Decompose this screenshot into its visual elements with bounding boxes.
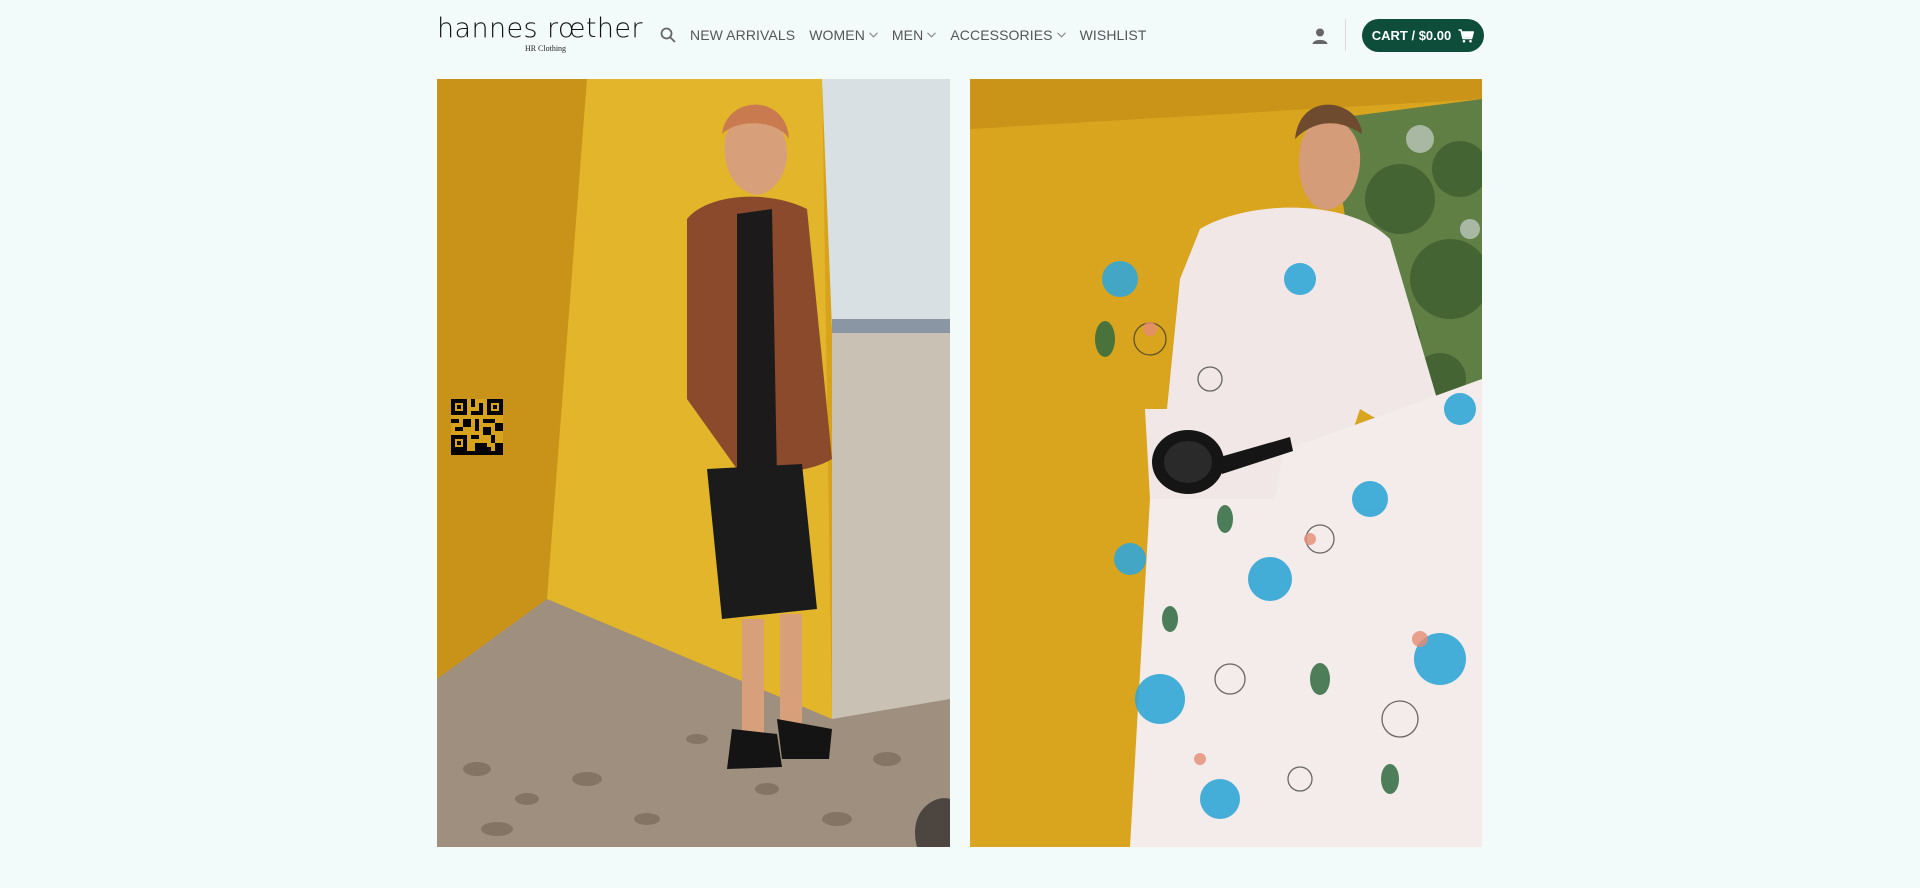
nav-men-label: MEN [891,27,924,43]
chevron-down-icon [927,32,937,38]
qr-code-icon[interactable] [451,399,503,451]
site-header: hannes rœther HR Clothing NEW ARRIVALS W… [0,0,1920,72]
cart-button[interactable]: CART / $0.00 [1362,19,1484,52]
nav-wishlist-label: WISHLIST [1079,27,1147,43]
nav-women-label: WOMEN [809,27,865,43]
user-icon[interactable] [1310,26,1330,46]
main-nav: NEW ARRIVALS WOMEN MEN ACCESSORIES WISHL… [660,22,1161,48]
hero-image-jacket-art [437,79,950,847]
brand-name: hannes rœther [437,13,643,44]
nav-women[interactable]: WOMEN [809,27,878,43]
hero-image-jacket[interactable] [437,79,950,847]
nav-accessories[interactable]: ACCESSORIES [950,27,1066,43]
nav-wishlist[interactable]: WISHLIST [1080,27,1147,43]
hero-image-floral-dress[interactable] [970,79,1482,847]
brand-logo[interactable]: hannes rœther HR Clothing [437,13,643,58]
cart-icon [1458,28,1475,43]
chevron-down-icon [869,32,878,38]
nav-new-arrivals-label: NEW ARRIVALS [690,27,796,43]
nav-accessories-label: ACCESSORIES [950,27,1053,43]
nav-new-arrivals[interactable]: NEW ARRIVALS [690,27,795,43]
brand-tagline: HR Clothing [524,44,567,53]
chevron-down-icon [1056,32,1066,38]
header-divider [1345,19,1346,51]
cart-label: CART / $0.00 [1371,28,1452,43]
search-icon[interactable] [660,26,678,44]
nav-men[interactable]: MEN [891,27,937,43]
hero-image-floral-dress-art [970,79,1482,847]
